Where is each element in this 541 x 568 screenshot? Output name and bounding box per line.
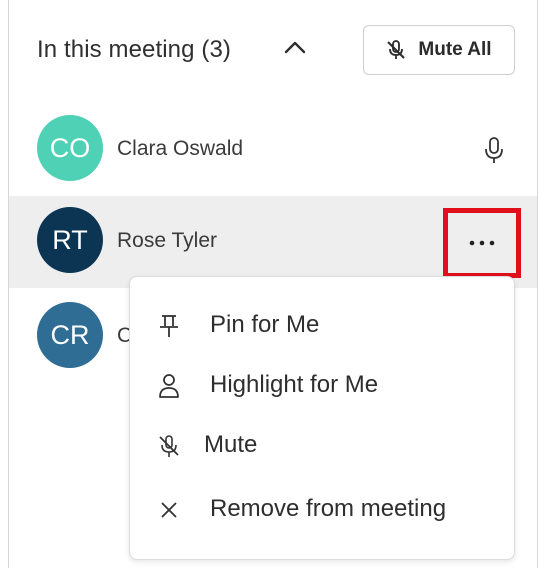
- participant-row[interactable]: RT Rose Tyler: [9, 196, 537, 288]
- participant-name: Rose Tyler: [117, 229, 217, 252]
- avatar: RT: [37, 207, 103, 273]
- person-icon: [159, 374, 179, 398]
- avatar: CO: [37, 115, 103, 181]
- mic-icon[interactable]: [484, 136, 504, 166]
- mic-off-icon: [159, 435, 179, 457]
- menu-item-mute[interactable]: Mute: [130, 417, 514, 473]
- mic-off-icon: [387, 40, 406, 59]
- menu-item-label: Remove from meeting: [210, 495, 447, 522]
- pin-icon: [160, 315, 178, 337]
- menu-item-label: Mute: [204, 431, 258, 458]
- chevron-up-icon[interactable]: [284, 39, 306, 55]
- menu-item-label: Pin for Me: [210, 311, 320, 338]
- more-options-button[interactable]: [443, 208, 521, 278]
- participant-options-menu: Pin for Me Highlight for Me Mute Remove …: [129, 276, 515, 560]
- mute-all-label: Mute All: [418, 39, 492, 60]
- menu-item-pin[interactable]: Pin for Me: [130, 297, 514, 353]
- participants-panel: In this meeting (3) Mute All CO Clara Os…: [8, 0, 538, 568]
- menu-item-highlight[interactable]: Highlight for Me: [130, 357, 514, 413]
- menu-item-label: Highlight for Me: [210, 371, 379, 398]
- meeting-title: In this meeting (3): [37, 36, 231, 63]
- participant-row[interactable]: CO Clara Oswald: [9, 104, 537, 196]
- avatar: CR: [37, 302, 103, 368]
- participant-name: Clara Oswald: [117, 137, 244, 160]
- more-horizontal-icon: [469, 240, 495, 246]
- close-icon: [161, 502, 177, 518]
- menu-item-remove[interactable]: Remove from meeting: [130, 481, 514, 537]
- mute-all-button[interactable]: Mute All: [363, 25, 515, 75]
- panel-header: In this meeting (3) Mute All: [9, 0, 537, 100]
